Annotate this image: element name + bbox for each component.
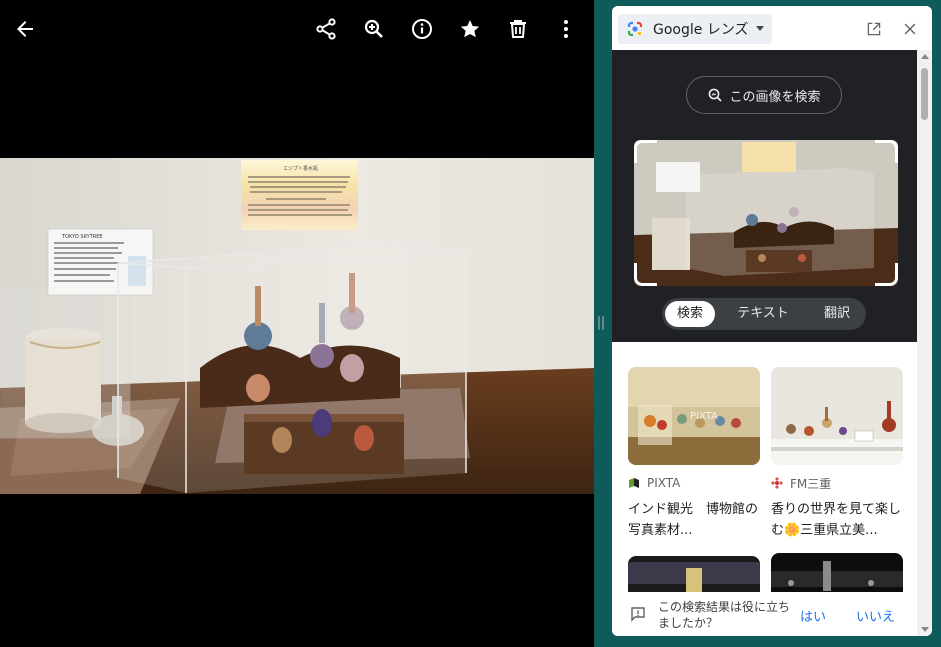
museum-photo: TOKYO SKYTREE エジプト香水瓶: [0, 158, 594, 494]
display-sign: エジプト香水瓶: [241, 160, 358, 230]
display-sign-title: エジプト香水瓶: [283, 165, 318, 172]
close-icon[interactable]: [900, 19, 920, 39]
fm-mie-favicon-icon: [771, 477, 783, 489]
zoom-in-icon[interactable]: [361, 16, 387, 42]
result-thumbnail[interactable]: PIXTA: [628, 367, 760, 465]
result-title[interactable]: インド観光 博物館の写真素材...: [628, 499, 760, 541]
result-card[interactable]: FM三重 香りの世界を見て楽しむ🌼三重県立美...: [771, 367, 903, 541]
lens-title-dropdown[interactable]: Google レンズ: [618, 14, 772, 44]
result-thumbnail[interactable]: [771, 367, 903, 465]
feedback-no-button[interactable]: いいえ: [856, 606, 895, 625]
selected-image-preview[interactable]: [634, 140, 898, 286]
scroll-down-icon[interactable]: [921, 627, 929, 632]
tab-translate[interactable]: 翻訳: [812, 301, 862, 327]
result-source: FM三重: [790, 476, 832, 491]
search-this-image-button[interactable]: この画像を検索: [686, 76, 842, 114]
crop-corner-handle[interactable]: [875, 140, 898, 163]
result-source: PIXTA: [647, 476, 681, 490]
crop-corner-handle[interactable]: [875, 263, 898, 286]
panel-resize-handle[interactable]: [598, 316, 606, 334]
scroll-up-icon[interactable]: [921, 54, 929, 59]
lens-mode-tabs: 検索 テキスト 翻訳: [662, 298, 866, 330]
result-card[interactable]: PIXTA PIXTA インド観光 博物館の写真素材...: [628, 367, 760, 541]
feedback-question: この検索結果は役に立ちましたか？: [658, 600, 791, 630]
feedback-icon: [631, 607, 645, 622]
lens-selection-area: この画像を検索 検索 テキスト 翻訳: [612, 50, 917, 342]
lens-results: PIXTA PIXTA インド観光 博物館の写真素材... FM三重 香りの世界…: [612, 342, 917, 636]
pixta-favicon-icon: [629, 478, 639, 488]
google-lens-panel: Google レンズ この画像を検索 検索 テキスト 翻訳 PIXTA PIXT…: [612, 6, 932, 636]
feedback-bar: この検索結果は役に立ちましたか？ はい いいえ: [612, 592, 917, 636]
results-scrollbar[interactable]: [917, 50, 932, 636]
delete-icon[interactable]: [505, 16, 531, 42]
back-arrow-icon[interactable]: [12, 16, 38, 42]
svg-text:PIXTA: PIXTA: [690, 411, 718, 422]
more-vert-icon[interactable]: [553, 16, 579, 42]
star-icon[interactable]: [457, 16, 483, 42]
open-in-new-tab-icon[interactable]: [864, 19, 884, 39]
image-search-icon: [709, 88, 723, 102]
feedback-yes-button[interactable]: はい: [800, 606, 826, 625]
share-icon[interactable]: [313, 16, 339, 42]
chevron-down-icon: [756, 26, 764, 31]
tab-text[interactable]: テキスト: [722, 301, 804, 327]
info-icon[interactable]: [409, 16, 435, 42]
crop-corner-handle[interactable]: [634, 140, 657, 163]
tab-search[interactable]: 検索: [665, 301, 715, 327]
result-title[interactable]: 香りの世界を見て楽しむ🌼三重県立美...: [771, 499, 903, 541]
scrollbar-thumb[interactable]: [921, 68, 928, 120]
search-this-image-label: この画像を検索: [729, 89, 821, 105]
google-lens-logo-icon: [627, 21, 643, 37]
lens-header: Google レンズ: [612, 6, 932, 50]
photo-viewer: TOKYO SKYTREE エジプト香水瓶: [0, 0, 594, 647]
lens-title: Google レンズ: [653, 22, 749, 38]
crop-corner-handle[interactable]: [634, 263, 657, 286]
info-card-title: TOKYO SKYTREE: [61, 234, 103, 240]
